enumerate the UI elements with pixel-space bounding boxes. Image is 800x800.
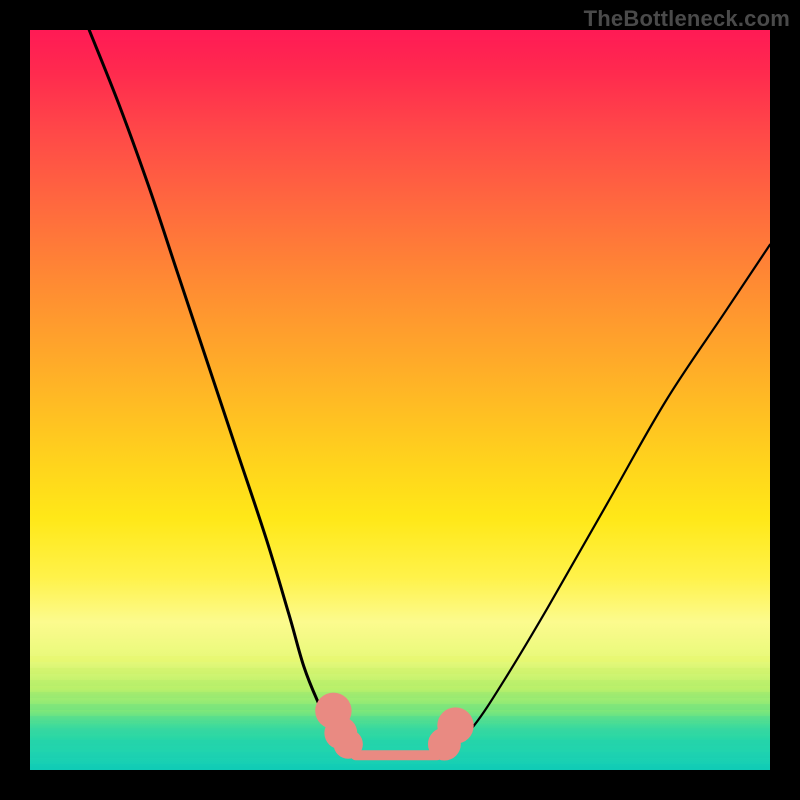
right-branch-curve — [452, 245, 770, 748]
marker-dot — [437, 707, 473, 743]
plot-area — [30, 30, 770, 770]
chart-svg — [30, 30, 770, 770]
chart-frame: TheBottleneck.com — [0, 0, 800, 800]
markers-group — [315, 693, 474, 761]
series-group — [89, 30, 770, 756]
marker-dot — [334, 729, 363, 758]
left-branch-curve — [89, 30, 344, 748]
watermark-text: TheBottleneck.com — [584, 6, 790, 32]
